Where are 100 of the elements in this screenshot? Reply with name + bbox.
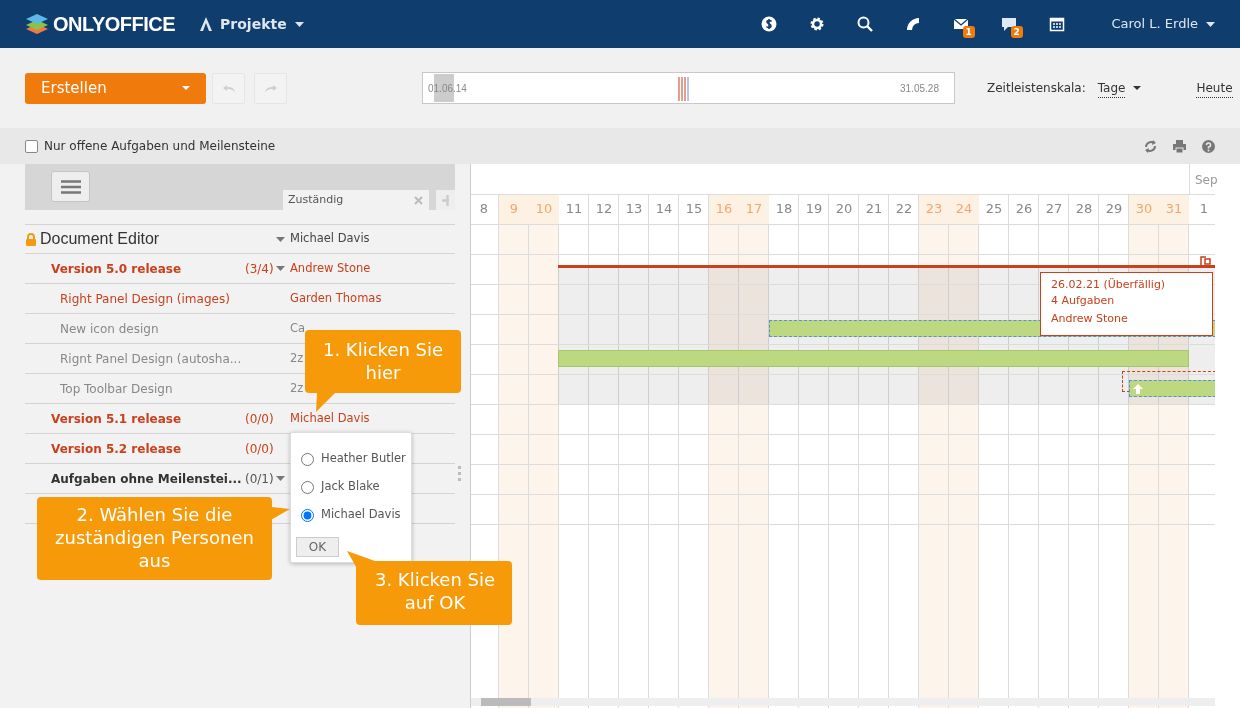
day-label: 26	[1014, 200, 1034, 219]
day-label: 23	[919, 194, 949, 224]
count-badge: 1	[962, 26, 975, 38]
flag-icon	[1200, 256, 1211, 265]
scale-label: Zeitleistenskala:	[987, 80, 1086, 97]
responsible-name[interactable]: Garden Thomas	[290, 289, 382, 308]
refresh-icon[interactable]	[1144, 139, 1157, 153]
tooltip-date: 26.02.21 (Überfällig)	[1051, 277, 1167, 293]
responsible-name[interactable]: 2z	[290, 349, 304, 368]
day-label: 20	[834, 200, 854, 219]
day-label: 9	[499, 194, 529, 224]
day-label: 19	[804, 200, 824, 219]
day-label: 22	[894, 200, 914, 219]
row-title[interactable]: Right Panel Design (images)	[60, 289, 230, 308]
gauge-icon[interactable]	[904, 16, 921, 32]
help-icon[interactable]	[1202, 139, 1215, 153]
row-title[interactable]: Rignt Panel Design (autosha...	[60, 349, 242, 368]
print-icon[interactable]	[1173, 139, 1186, 153]
timeline-start: 01.06.14	[428, 82, 467, 96]
timeline-slider[interactable]: 01.06.14 31.05.28	[422, 72, 955, 104]
day-label: 18	[774, 200, 794, 219]
day-label: 14	[654, 200, 674, 219]
hint-tooltip: 2. Wählen Sie die zuständigen Personen aus	[37, 497, 292, 582]
settings-icon[interactable]	[808, 16, 825, 32]
count-badge: 2	[1010, 26, 1023, 38]
day-label: 31	[1159, 194, 1189, 224]
day-label: 25	[984, 200, 1004, 219]
caret-icon	[294, 21, 304, 27]
responsible-name[interactable]: 2z	[290, 379, 304, 398]
row-title[interactable]: New icon design	[60, 319, 159, 338]
menu-button[interactable]	[51, 171, 90, 202]
splitter-handle[interactable]	[458, 466, 461, 481]
timeline-end: 31.05.28	[900, 82, 939, 96]
marker-icon	[677, 77, 689, 101]
tooltip-responsible: Andrew Stone	[1051, 311, 1129, 327]
day-label: 30	[1129, 194, 1159, 224]
option-label: Heather Butler	[321, 450, 406, 468]
row-title[interactable]: Version 5.1 release	[51, 409, 182, 428]
column-tab[interactable]: Zuständig	[283, 190, 429, 210]
filter-label: Nur offene Aufgaben und Meilensteine	[44, 138, 276, 155]
caret-icon	[182, 86, 190, 90]
redo-icon	[263, 82, 278, 94]
row-title[interactable]: Document Editor	[40, 227, 160, 251]
day-label: 27	[1044, 200, 1064, 219]
logo-icon	[25, 12, 49, 36]
logo-text: ONLYOFFICE	[53, 12, 176, 37]
day-label: 24	[949, 194, 979, 224]
dollar-icon[interactable]	[760, 16, 777, 32]
row-title[interactable]: Version 5.2 release	[51, 439, 182, 458]
calendar-icon[interactable]	[1048, 16, 1065, 32]
today-link[interactable]: Heute	[1196, 78, 1233, 98]
scale-dropdown[interactable]: Tage	[1097, 78, 1142, 98]
user-menu[interactable]: Carol L. Erdle	[1111, 14, 1198, 34]
undo-icon	[221, 82, 236, 94]
day-label: 28	[1074, 200, 1094, 219]
radio-button[interactable]	[301, 452, 314, 466]
tooltip-tasks: 4 Aufgaben	[1051, 293, 1116, 309]
lock-icon	[25, 232, 37, 246]
caret-icon	[1133, 86, 1142, 90]
caret-icon[interactable]	[275, 476, 285, 481]
day-label: 8	[478, 200, 490, 219]
caret-icon	[1206, 21, 1215, 27]
day-label: 10	[529, 194, 559, 224]
ok-button[interactable]: OK	[296, 537, 339, 557]
day-label: 1	[1198, 200, 1210, 219]
day-label: 12	[594, 200, 614, 219]
task-count: (3/4)	[245, 261, 274, 276]
module-menu[interactable]: Projekte	[220, 13, 287, 35]
compass-icon	[200, 17, 213, 31]
filter-checkbox[interactable]	[25, 139, 38, 153]
radio-button[interactable]	[301, 480, 314, 494]
responsible-name[interactable]: Michael Davis	[290, 230, 370, 248]
task-count: (0/0)	[245, 411, 274, 426]
option-label: Michael Davis	[321, 506, 401, 524]
day-label: 21	[864, 200, 884, 219]
create-button[interactable]: Erstellen	[25, 72, 206, 104]
scrollbar-thumb[interactable]	[481, 698, 531, 706]
row-title[interactable]: Version 5.0 release	[51, 259, 182, 278]
task-bar[interactable]	[1129, 380, 1216, 397]
task-count: (0/0)	[245, 441, 274, 456]
hint-tooltip: 3. Klicken Sie auf OK	[345, 549, 514, 627]
responsible-name[interactable]: Ca	[290, 319, 306, 338]
caret-icon[interactable]	[275, 236, 285, 242]
day-label: 11	[564, 200, 584, 219]
responsible-name[interactable]: Andrew Stone	[290, 259, 371, 278]
menu-icon	[60, 179, 81, 194]
search-icon[interactable]	[856, 16, 873, 32]
row-title[interactable]: Top Toolbar Design	[60, 379, 173, 398]
day-label: 29	[1104, 200, 1124, 219]
day-label: 15	[684, 200, 704, 219]
plus-icon	[442, 194, 449, 206]
row-title[interactable]: Aufgaben ohne Meilenstei...	[51, 469, 242, 488]
month-label: Sep	[1195, 172, 1218, 189]
column-title: Zuständig	[288, 193, 344, 206]
radio-button[interactable]	[301, 508, 314, 522]
caret-icon[interactable]	[275, 266, 285, 271]
day-label: 17	[739, 194, 769, 224]
day-label: 16	[709, 194, 739, 224]
day-label: 13	[624, 200, 644, 219]
task-count: (0/1)	[245, 471, 274, 486]
